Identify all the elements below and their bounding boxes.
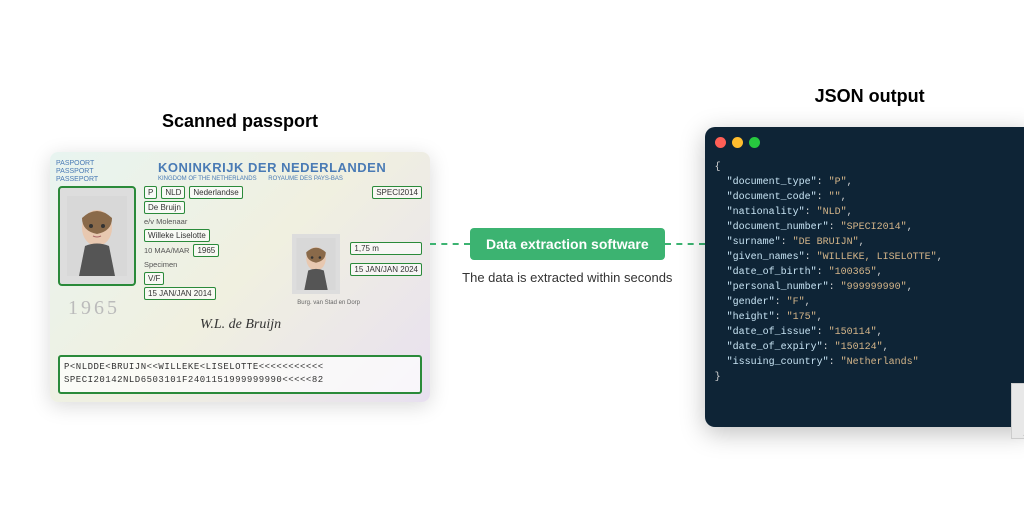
label-passeport: PASSEPORT — [56, 176, 98, 184]
field-code-nld: NLD — [161, 186, 185, 199]
arrow-left-icon — [430, 243, 470, 245]
field-dob-year: 1965 — [193, 244, 219, 257]
face-icon — [1015, 386, 1024, 436]
right-title: JSON output — [815, 86, 925, 107]
extraction-subtext: The data is extracted within seconds — [462, 270, 672, 285]
field-surname: De Bruijn — [144, 201, 185, 214]
field-given-names: Willeke Liselotte — [144, 229, 210, 242]
label-passport: PASSPORT — [56, 168, 98, 176]
face-icon — [296, 238, 336, 290]
json-terminal: { "document_type": "P", "document_code":… — [705, 127, 1024, 427]
passport-type-labels: PASPOORT PASSPORT PASSEPORT — [56, 160, 98, 185]
field-expiry: 15 JAN/JAN 2024 — [350, 263, 422, 276]
year-watermark: 1965 — [68, 297, 120, 320]
scanned-passport-section: Scanned passport PASPOORT PASSPORT PASSE… — [50, 111, 430, 402]
passport-country-subheader: KINGDOM OF THE NETHERLANDS ROYAUME DES P… — [58, 176, 422, 182]
field-doc-number: SPECI2014 — [372, 186, 422, 199]
software-badge: Data extraction software — [470, 228, 665, 260]
burg-label: Burg. van Stad en Dorp — [297, 300, 360, 306]
signature: W.L. de Bruijn — [200, 317, 281, 333]
passport-photo-main — [58, 186, 136, 286]
json-output-section: JSON output { "document_type": "P", "doc… — [705, 86, 1024, 427]
json-body: { "document_type": "P", "document_code":… — [715, 160, 1024, 385]
extracted-photo — [1011, 383, 1024, 439]
field-issue-date: 15 JAN/JAN 2014 — [144, 287, 216, 300]
zoom-dot-icon — [749, 137, 760, 148]
left-title: Scanned passport — [162, 111, 318, 132]
passport-photo-small — [292, 234, 340, 294]
passport-country-header: KONINKRIJK DER NEDERLANDEN — [58, 160, 422, 175]
mrz-zone: P<NLDDE<BRUIJN<<WILLEKE<LISELOTTE<<<<<<<… — [58, 355, 422, 394]
field-sex: V/F — [144, 272, 164, 285]
close-dot-icon — [715, 137, 726, 148]
field-code-p: P — [144, 186, 157, 199]
field-nationality: Nederlandse — [189, 186, 242, 199]
face-icon — [67, 196, 127, 276]
arrow-right-icon — [665, 243, 705, 245]
label-paspoort: PASPOORT — [56, 160, 98, 168]
mrz-line-2: SPECI20142NLD6503101F2401151999999990<<<… — [64, 374, 416, 388]
mrz-line-1: P<NLDDE<BRUIJN<<WILLEKE<LISELOTTE<<<<<<<… — [64, 361, 416, 375]
field-height: 1,75 m — [350, 242, 422, 255]
window-controls — [715, 137, 1024, 148]
field-surname-note: e/v Molenaar — [144, 216, 422, 227]
extraction-flow: Data extraction software The data is ext… — [430, 228, 705, 285]
field-dob-label: 10 MAA/MAR — [144, 245, 189, 256]
passport-card: PASPOORT PASSPORT PASSEPORT KONINKRIJK D… — [50, 152, 430, 402]
minimize-dot-icon — [732, 137, 743, 148]
